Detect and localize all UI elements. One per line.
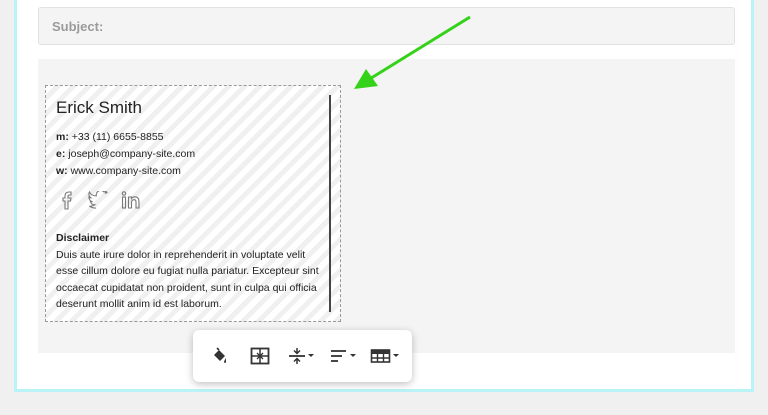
disclaimer-title: Disclaimer bbox=[56, 232, 110, 244]
twitter-icon[interactable] bbox=[88, 189, 110, 211]
cell-properties-icon[interactable] bbox=[245, 341, 275, 371]
signature-website: w: www.company-site.com bbox=[56, 165, 181, 177]
subject-label: Subject: bbox=[52, 19, 104, 34]
horizontal-align-icon[interactable] bbox=[327, 341, 359, 371]
social-icons bbox=[56, 189, 142, 211]
linkedin-icon[interactable] bbox=[120, 189, 142, 211]
fill-color-icon[interactable] bbox=[205, 341, 235, 371]
table-options-icon[interactable] bbox=[369, 341, 401, 371]
signature-email: e: joseph@company-site.com bbox=[56, 148, 196, 160]
facebook-icon[interactable] bbox=[56, 189, 78, 211]
table-toolbar bbox=[193, 330, 412, 382]
text-cursor bbox=[329, 95, 331, 312]
disclaimer-text: Duis aute irure dolor in reprehenderit i… bbox=[56, 249, 319, 310]
vertical-align-icon[interactable] bbox=[285, 341, 317, 371]
signature-block[interactable]: Erick Smith m: +33 (11) 6655-8855 e: jos… bbox=[45, 85, 341, 322]
signature-mobile: m: +33 (11) 6655-8855 bbox=[56, 131, 164, 143]
signature-name: Erick Smith bbox=[56, 98, 142, 117]
arrow-icon bbox=[354, 15, 471, 89]
